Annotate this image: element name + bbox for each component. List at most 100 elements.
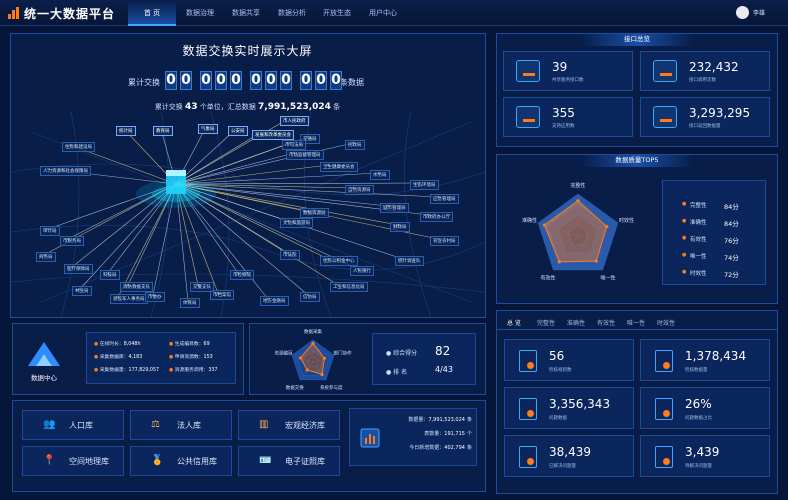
icon-accent[interactable] xyxy=(527,410,534,417)
api-label[interactable]: 接口调用次数 xyxy=(689,77,716,83)
quality-score-value[interactable]: 72分 xyxy=(724,269,739,279)
api-list-icon[interactable] xyxy=(516,106,540,128)
api-item[interactable]: 3,293,295 接口返回数据量 xyxy=(640,97,770,137)
avatar[interactable] xyxy=(736,6,749,19)
quality-score-name[interactable]: 唯一性 xyxy=(690,252,707,260)
rules-icon[interactable] xyxy=(519,350,537,372)
data-summary-row[interactable]: 表数量：191,715 个 xyxy=(424,430,472,437)
data-summary-label[interactable]: 表数量 xyxy=(424,431,439,437)
icon-accent[interactable] xyxy=(663,362,670,369)
map-label[interactable]: 文化和旅游局 xyxy=(280,218,313,228)
api-label[interactable]: 共享服务接口数 xyxy=(552,77,584,83)
data-summary-row[interactable]: 今日新增数据：402,794 条 xyxy=(409,444,472,451)
api-chart-icon[interactable] xyxy=(516,60,540,82)
library-item[interactable]: 📍 空间地理库 xyxy=(22,446,124,476)
library-name[interactable]: 电子证照库 xyxy=(285,456,325,467)
center-stat-value[interactable]: 4,183 xyxy=(129,355,143,360)
map-label[interactable]: 统计调查队 xyxy=(395,256,424,266)
center-stat-value[interactable]: 337 xyxy=(208,368,217,373)
api-layers-icon[interactable] xyxy=(653,106,677,128)
map-label[interactable]: 城市管理局 xyxy=(380,203,409,213)
map-label[interactable]: 民政局 xyxy=(345,140,365,150)
center-stat[interactable]: ● 采集数据库：4,183 xyxy=(94,353,142,360)
map-label[interactable]: 市司法局 xyxy=(282,140,306,150)
api-label[interactable]: 支持应用数 xyxy=(552,123,575,129)
map-label[interactable]: 人民银行 xyxy=(350,266,374,276)
center-stat-label[interactable]: 在线时长 xyxy=(100,342,119,347)
api-value[interactable]: 355 xyxy=(552,106,575,120)
map-label[interactable]: 农业农村局 xyxy=(430,236,459,246)
map-label[interactable]: 自然资源局 xyxy=(345,185,374,195)
center-stat-label[interactable]: 资源服务调用 xyxy=(175,368,204,373)
library-name[interactable]: 公共信用库 xyxy=(177,456,217,467)
tab-2[interactable]: 准确性 xyxy=(567,318,585,327)
icon-accent[interactable] xyxy=(660,119,672,122)
map-label[interactable]: 林业局 xyxy=(72,286,92,296)
api-item[interactable]: 39 共享服务接口数 xyxy=(503,51,633,91)
counter-digit[interactable]: 0 xyxy=(280,71,292,90)
map-label[interactable]: 气象局 xyxy=(198,124,218,134)
api-value[interactable]: 232,432 xyxy=(689,60,739,74)
library-item[interactable]: ⚖ 法人库 xyxy=(130,410,232,440)
quality-score-value[interactable]: 74分 xyxy=(724,252,739,262)
icon-accent[interactable] xyxy=(523,119,535,122)
quality-stat-label[interactable]: 检核规则数 xyxy=(549,367,572,373)
tab-4[interactable]: 唯一性 xyxy=(627,318,645,327)
database-icon[interactable] xyxy=(655,350,673,372)
nav-ecosystem[interactable]: 开放生态 xyxy=(313,0,361,26)
tab-1[interactable]: 完整性 xyxy=(537,318,555,327)
quality-stat-value[interactable]: 3,356,343 xyxy=(549,397,610,411)
icon-accent[interactable] xyxy=(663,410,670,417)
bullet-icon[interactable]: ● xyxy=(682,218,686,224)
center-stat-value[interactable]: 8,048h xyxy=(124,342,141,347)
legal-person-icon[interactable]: ⚖ xyxy=(151,419,160,430)
tab-divider[interactable] xyxy=(497,329,777,330)
center-stat-label[interactable]: 采集数据量 xyxy=(100,368,124,373)
map-label[interactable]: 交警支队 xyxy=(190,282,214,292)
center-stat-label[interactable]: 申请资源数 xyxy=(175,355,199,360)
map-label[interactable]: 教育局 xyxy=(153,126,173,136)
icon-accent[interactable] xyxy=(527,362,534,369)
quality-score-name[interactable]: 时效性 xyxy=(690,269,707,277)
quality-stat-value[interactable]: 56 xyxy=(549,349,564,363)
center-stat[interactable]: ● 采集数据量：177,829,057 xyxy=(94,366,159,373)
data-summary-value[interactable]: 7,991,523,024 xyxy=(428,417,465,423)
map-label[interactable]: 统计局 xyxy=(116,126,136,136)
nav-sharing[interactable]: 数据共享 xyxy=(222,0,270,26)
map-label[interactable]: 退役军人事务局 xyxy=(110,294,148,304)
map-label[interactable]: 科技局 xyxy=(100,270,120,280)
library-name[interactable]: 法人库 xyxy=(177,420,201,431)
map-label[interactable]: 工业和信息化局 xyxy=(330,282,368,292)
quality-stat-item[interactable]: 38,439 已解决问题量 xyxy=(504,435,634,477)
check-doc-icon[interactable] xyxy=(519,446,537,468)
library-item[interactable]: 🪪 电子证照库 xyxy=(238,446,340,476)
quality-stat-value[interactable]: 26% xyxy=(685,397,712,411)
map-label[interactable]: 市人民政府 xyxy=(280,116,309,126)
counter-digit[interactable]: 0 xyxy=(250,71,262,90)
counter-digit[interactable]: 0 xyxy=(200,71,212,90)
library-name[interactable]: 人口库 xyxy=(69,420,93,431)
tab-0[interactable]: 总 览 xyxy=(507,318,521,327)
center-stat[interactable]: ● 在线时长：8,048h xyxy=(94,340,141,347)
counter-digit[interactable]: 0 xyxy=(165,71,177,90)
library-name[interactable]: 空间地理库 xyxy=(69,456,109,467)
bullet-icon[interactable]: ● xyxy=(682,269,686,275)
quality-stat-item[interactable]: 1,378,434 检核数据量 xyxy=(640,339,770,381)
api-value[interactable]: 3,293,295 xyxy=(689,106,750,120)
question-doc-icon[interactable] xyxy=(655,446,673,468)
data-summary-unit[interactable]: 个 xyxy=(467,431,472,437)
counter-digit[interactable]: 0 xyxy=(300,71,312,90)
quality-stat-item[interactable]: 56 检核规则数 xyxy=(504,339,634,381)
map-label[interactable]: 审计局 xyxy=(40,226,60,236)
data-summary-label[interactable]: 今日新增数据 xyxy=(409,445,439,451)
map-label[interactable]: 发展和改革委员会 xyxy=(252,130,294,140)
api-value[interactable]: 39 xyxy=(552,60,567,74)
counter-digit[interactable]: 0 xyxy=(215,71,227,90)
center-stat-label[interactable]: 生成编目数 xyxy=(175,342,199,347)
quality-stat-item[interactable]: 26% 问题数据占比 xyxy=(640,387,770,429)
map-label[interactable]: 消防救援支队 xyxy=(120,282,153,292)
tab-5[interactable]: 时效性 xyxy=(657,318,675,327)
economy-icon[interactable]: ▥ xyxy=(259,419,268,430)
map-label[interactable]: 住房和建设局 xyxy=(62,142,95,152)
map-label[interactable]: 医疗保障局 xyxy=(64,264,93,274)
